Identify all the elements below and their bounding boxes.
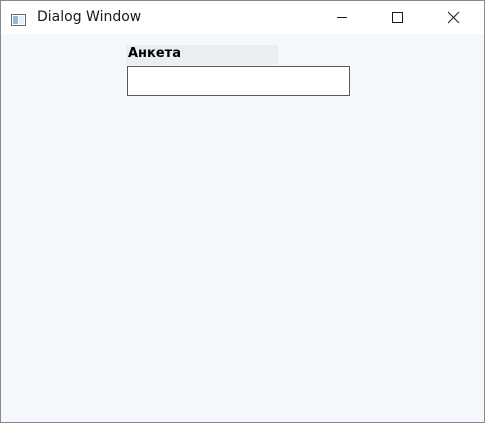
minimize-button[interactable] [319, 1, 365, 34]
form-text-input[interactable] [127, 66, 350, 96]
title-bar[interactable]: Dialog Window [1, 1, 484, 34]
maximize-button[interactable] [374, 1, 420, 34]
maximize-icon [392, 12, 403, 23]
window-title: Dialog Window [37, 9, 142, 25]
dialog-app-icon [11, 11, 26, 26]
minimize-icon [337, 17, 347, 18]
dialog-window: Dialog Window Анкета [0, 0, 485, 423]
close-button[interactable] [430, 1, 476, 34]
close-icon [447, 11, 460, 24]
dialog-content: Анкета [1, 34, 484, 422]
form-label: Анкета [128, 46, 181, 61]
